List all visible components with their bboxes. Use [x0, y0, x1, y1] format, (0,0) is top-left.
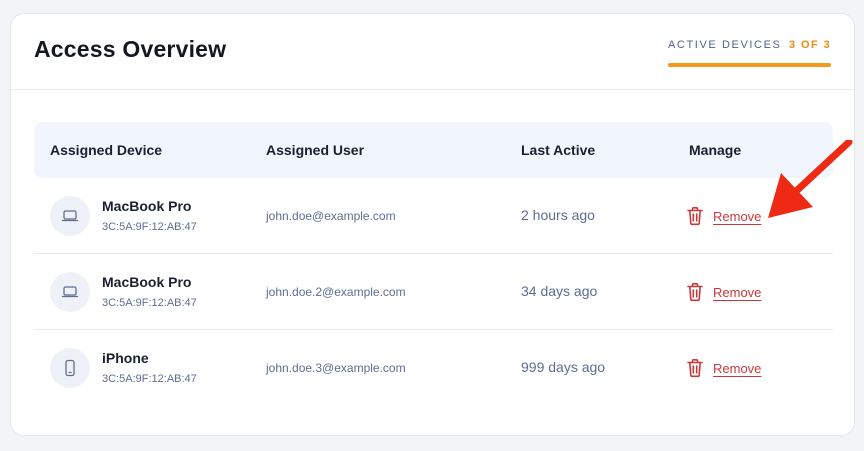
device-mac-address: 3C:5A:9F:12:AB:47 [102, 221, 197, 233]
table-row: iPhone 3C:5A:9F:12:AB:47 john.doe.3@exam… [34, 330, 833, 406]
card-header: Access Overview ACTIVE DEVICES 3 OF 3 [11, 14, 854, 90]
laptop-icon [50, 272, 90, 312]
device-name: iPhone [102, 350, 149, 366]
last-active-time: 999 days ago [521, 359, 606, 375]
header-last-active: Last Active [521, 142, 596, 158]
access-overview-card: Access Overview ACTIVE DEVICES 3 OF 3 As… [10, 13, 855, 436]
remove-label: Remove [713, 284, 762, 300]
header-manage: Manage [689, 142, 742, 158]
tab-active-indicator [668, 63, 831, 67]
device-name: MacBook Pro [102, 274, 192, 290]
remove-device-button[interactable]: Remove [686, 357, 761, 379]
remove-device-button[interactable]: Remove [686, 281, 761, 303]
table-header: Assigned Device Assigned User Last Activ… [34, 122, 833, 178]
device-name: MacBook Pro [102, 198, 192, 214]
pointer-arrow-icon [768, 140, 853, 218]
last-active-time: 34 days ago [521, 283, 598, 299]
tab-label: ACTIVE DEVICES [668, 39, 782, 51]
tab-count: 3 OF 3 [788, 39, 831, 51]
header-assigned-user: Assigned User [266, 142, 365, 158]
device-mac-address: 3C:5A:9F:12:AB:47 [102, 297, 197, 309]
assigned-user-email: john.doe.3@example.com [266, 361, 406, 375]
device-mac-address: 3C:5A:9F:12:AB:47 [102, 373, 197, 385]
table-row: MacBook Pro 3C:5A:9F:12:AB:47 john.doe@e… [34, 178, 833, 254]
assigned-user-email: john.doe.2@example.com [266, 285, 406, 299]
tab-active-devices[interactable]: ACTIVE DEVICES 3 OF 3 [668, 37, 831, 67]
assigned-user-email: john.doe@example.com [266, 209, 396, 223]
laptop-icon [50, 196, 90, 236]
trash-icon [687, 207, 703, 226]
trash-icon [687, 283, 703, 302]
devices-table: Assigned Device Assigned User Last Activ… [34, 122, 833, 406]
remove-label: Remove [713, 360, 762, 376]
phone-icon [50, 348, 90, 388]
trash-icon [687, 359, 703, 378]
header-assigned-device: Assigned Device [50, 142, 163, 158]
page-title: Access Overview [34, 36, 227, 62]
last-active-time: 2 hours ago [521, 207, 595, 223]
table-row: MacBook Pro 3C:5A:9F:12:AB:47 john.doe.2… [34, 254, 833, 330]
